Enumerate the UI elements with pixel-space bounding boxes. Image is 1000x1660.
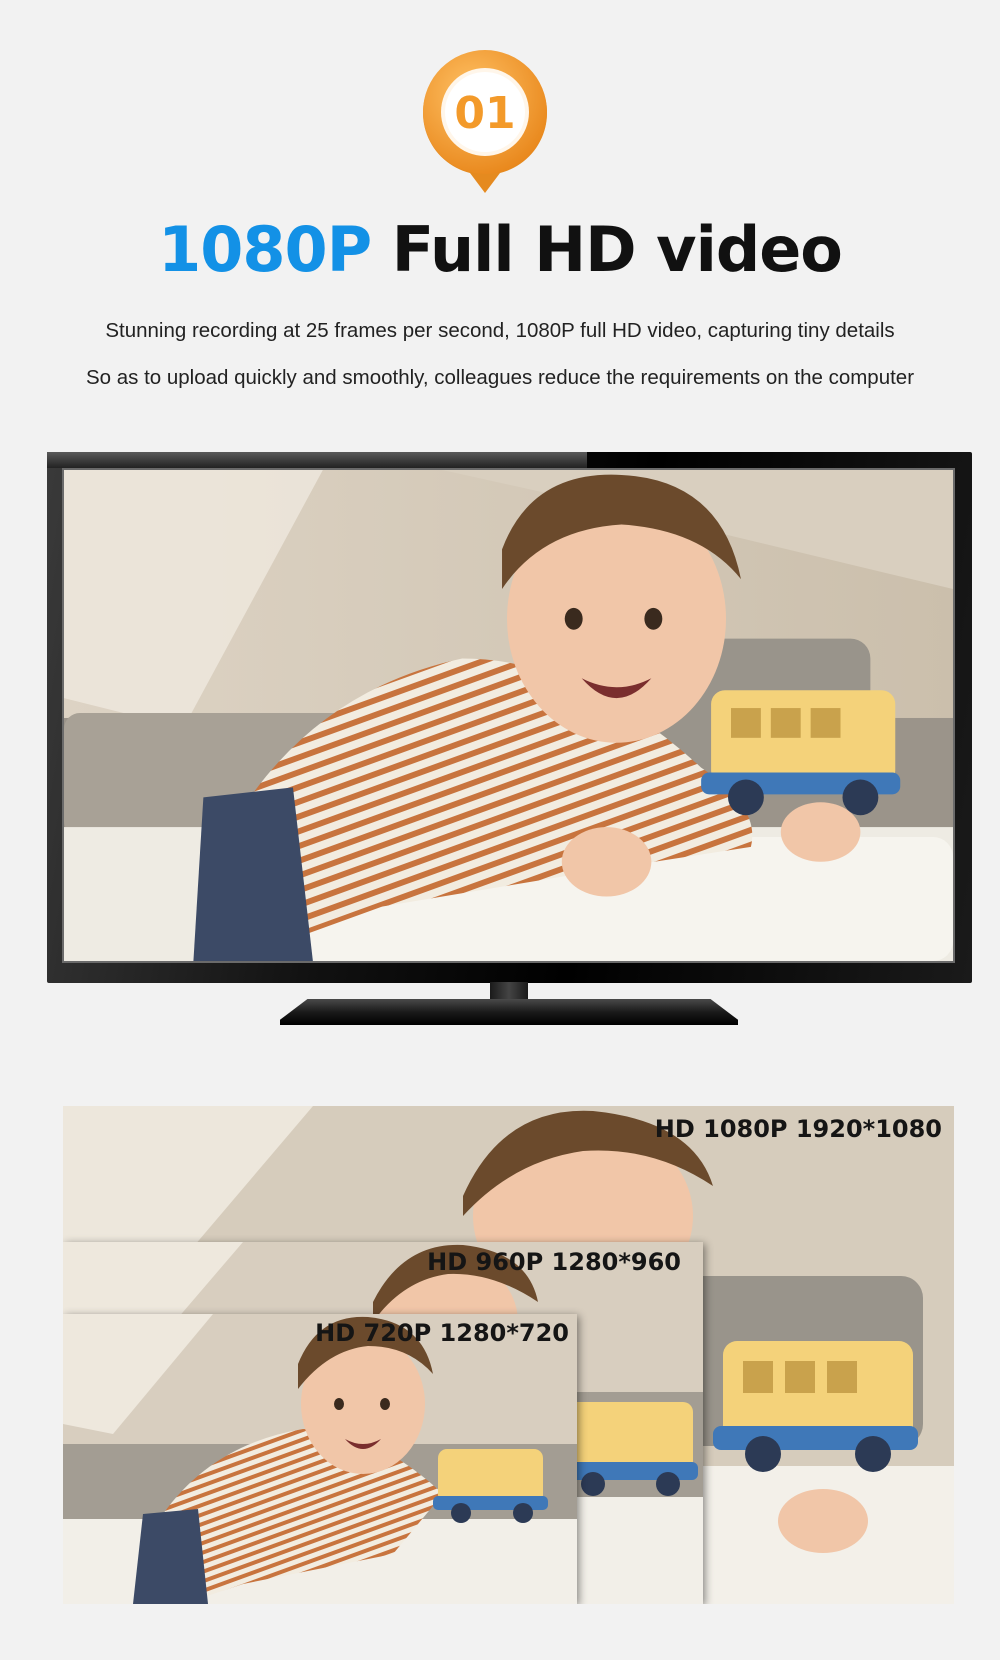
badge-number: 01 (454, 88, 515, 139)
resolution-comparison: HD 1080P 1920*1080 HD 960P 1280*960 HD 7… (63, 1106, 954, 1604)
description-line-1: Stunning recording at 25 frames per seco… (105, 319, 895, 342)
tv-stand-base (280, 999, 738, 1025)
title-rest: Full HD video (391, 213, 843, 286)
resolution-label-1080p: HD 1080P 1920*1080 (654, 1115, 942, 1143)
tv-screen-photo (62, 468, 955, 963)
number-badge: 01 (420, 48, 550, 198)
resolution-label-960p: HD 960P 1280*960 (427, 1248, 681, 1276)
location-pin-icon: 01 (423, 50, 547, 193)
page-title: 1080P Full HD video (0, 210, 1000, 290)
child-photo-720p (63, 1314, 577, 1604)
title-accent: 1080P (158, 213, 372, 286)
child-on-sofa-photo (64, 470, 953, 961)
description-line-2: So as to upload quickly and smoothly, co… (85, 366, 915, 389)
resolution-720p-panel: HD 720P 1280*720 (63, 1314, 577, 1604)
resolution-label-720p: HD 720P 1280*720 (315, 1319, 569, 1347)
